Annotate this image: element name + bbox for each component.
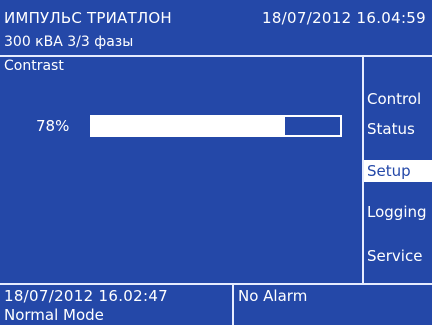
menu-item-control[interactable]: Control [364,88,432,110]
menu-item-setup[interactable]: Setup [364,160,432,182]
header: ИМПУЛЬС ТРИАТЛОН 18/07/2012 16.04:59 300… [0,0,432,55]
contrast-slider-fill [92,117,286,135]
panel-title: Contrast [4,58,64,74]
status-mode: Normal Mode [4,306,104,324]
lcd-screen: ИМПУЛЬС ТРИАТЛОН 18/07/2012 16.04:59 300… [0,0,432,325]
menu-item-service[interactable]: Service [364,245,432,267]
footer-divider [0,283,432,285]
menu-item-logging[interactable]: Logging [364,201,432,223]
contrast-percent-label: 78% [36,117,70,135]
status-datetime: 18/07/2012 16.02:47 [4,287,169,305]
device-spec: 300 кВА 3/3 фазы [4,34,134,50]
header-datetime: 18/07/2012 16.04:59 [261,9,426,27]
contrast-slider[interactable] [90,115,342,137]
header-divider [0,55,432,57]
device-name: ИМПУЛЬС ТРИАТЛОН [4,9,172,27]
menu-item-status[interactable]: Status [364,118,432,140]
alarm-status: No Alarm [238,287,308,305]
status-divider [232,285,234,325]
